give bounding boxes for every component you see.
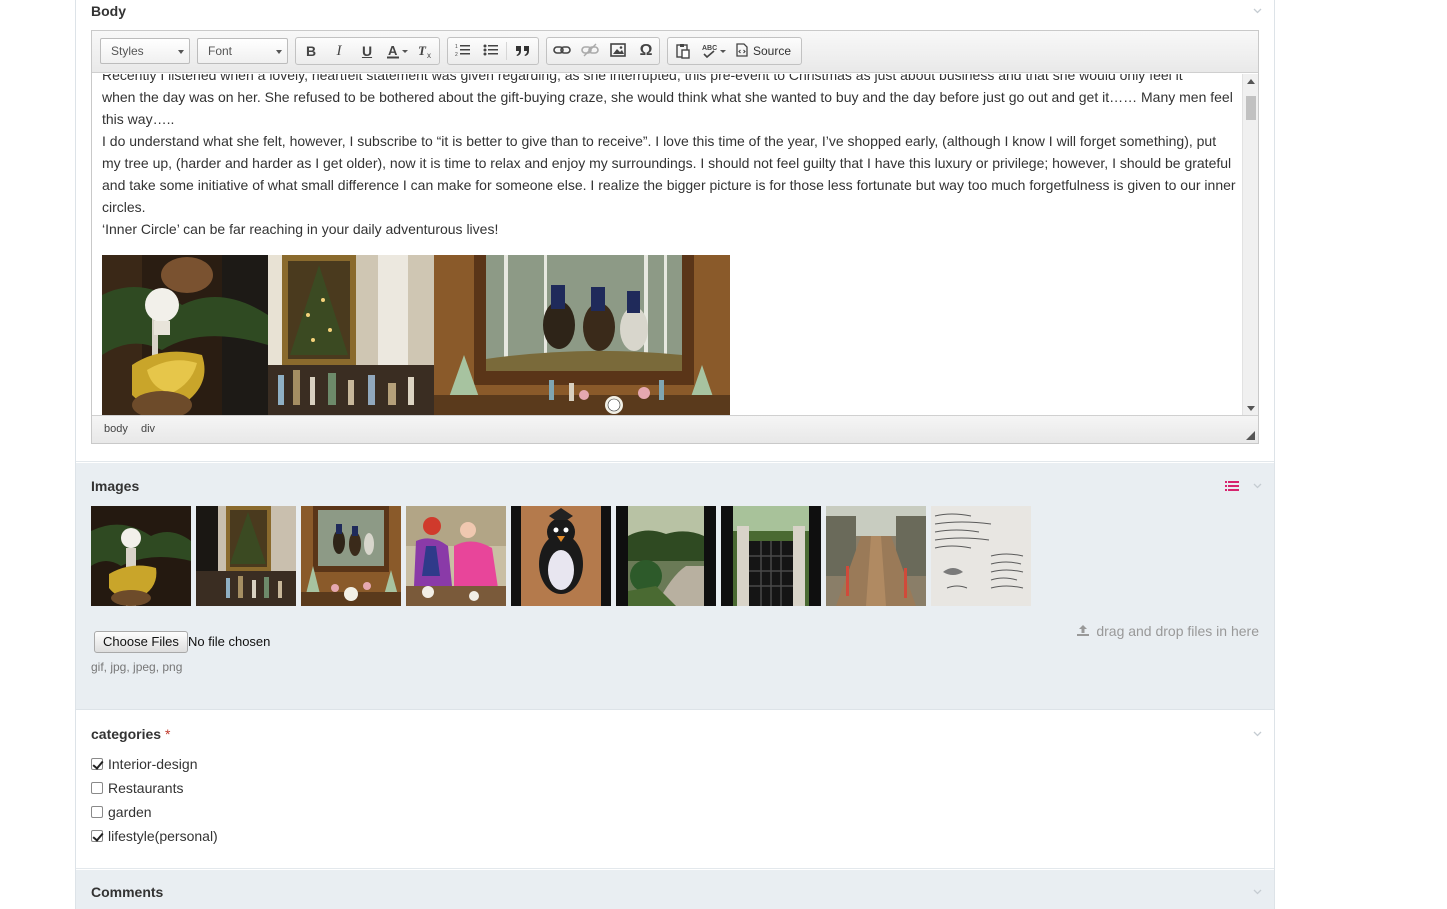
categories-section: categories * Interior-design Restaurants…	[76, 711, 1274, 869]
category-label: lifestyle(personal)	[108, 828, 218, 844]
paragraph: I do understand what she felt, however, …	[102, 133, 1236, 215]
editor-toolbar: Styles Font B I U A Tx 1 2 Ω ABC Source	[92, 31, 1258, 73]
image-thumbnail[interactable]	[91, 506, 191, 606]
caret-down-icon	[276, 50, 282, 54]
unlink-icon[interactable]	[579, 41, 601, 61]
editor-text[interactable]: Recently I listened when a lovely, heart…	[102, 74, 1237, 240]
inline-photo-strip[interactable]	[102, 255, 730, 416]
source-button-label[interactable]: Source	[753, 41, 791, 61]
chevron-down-icon[interactable]	[1253, 729, 1262, 738]
underline-icon[interactable]: U	[356, 41, 378, 61]
svg-text:T: T	[418, 43, 427, 58]
category-checkbox[interactable]	[91, 806, 103, 818]
bold-icon[interactable]: B	[300, 41, 322, 61]
link-icon[interactable]	[551, 41, 573, 61]
comments-section: Comments	[76, 870, 1274, 909]
svg-text:ABC: ABC	[702, 45, 717, 52]
paste-icon[interactable]	[672, 41, 694, 61]
drag-drop-zone[interactable]: drag and drop files in here	[1096, 623, 1259, 639]
path-body[interactable]: body	[104, 423, 128, 435]
comments-section-title: Comments	[91, 884, 164, 900]
scroll-up-icon[interactable]	[1247, 79, 1255, 84]
svg-text:x: x	[427, 51, 431, 59]
numbered-list-icon[interactable]: 12	[452, 41, 474, 61]
image-thumbnail[interactable]	[511, 506, 611, 606]
styles-dropdown[interactable]: Styles	[100, 38, 190, 64]
category-label: Restaurants	[108, 780, 184, 796]
category-checkbox[interactable]	[91, 782, 103, 794]
images-section-title: Images	[91, 478, 140, 494]
photo-fox-hunt-painting	[434, 255, 730, 416]
category-label: Interior-design	[108, 756, 198, 772]
image-icon[interactable]	[607, 41, 629, 61]
image-thumbnail[interactable]	[616, 506, 716, 606]
path-div[interactable]: div	[141, 423, 155, 435]
image-thumbnail[interactable]	[826, 506, 926, 606]
resize-grip-icon[interactable]	[1246, 431, 1255, 440]
category-checkbox[interactable]	[91, 758, 103, 770]
spellcheck-icon[interactable]: ABC	[700, 41, 728, 61]
categories-title-text: categories	[91, 726, 162, 742]
body-section-title: Body	[91, 3, 126, 19]
insert-group: Ω	[546, 37, 660, 65]
italic-icon[interactable]: I	[328, 41, 350, 61]
photo-pinecone-newel	[102, 255, 268, 416]
editor-content[interactable]: Recently I listened when a lovely, heart…	[92, 74, 1242, 416]
format-group: B I U A Tx	[295, 37, 440, 65]
caret-down-icon	[178, 50, 184, 54]
image-thumbnails	[91, 506, 1041, 606]
svg-text:1: 1	[455, 44, 458, 50]
chevron-down-icon[interactable]	[1253, 481, 1262, 490]
paragraph: Recently I listened when a lovely, heart…	[102, 74, 1183, 83]
font-dropdown[interactable]: Font	[197, 38, 288, 64]
element-path-bar: body div	[92, 415, 1258, 443]
photo-christmas-tree-bar	[268, 255, 434, 416]
paragraph: ‘Inner Circle’ can be far reaching in yo…	[102, 221, 499, 237]
image-thumbnail[interactable]	[931, 506, 1031, 606]
chevron-down-icon[interactable]	[1253, 887, 1262, 896]
allowed-file-types: gif, jpg, jpeg, png	[91, 660, 183, 674]
category-checkbox[interactable]	[91, 830, 103, 842]
font-dropdown-label: Font	[208, 44, 233, 58]
chevron-down-icon[interactable]	[1253, 6, 1262, 15]
image-thumbnail[interactable]	[721, 506, 821, 606]
svg-text:2: 2	[455, 52, 458, 57]
choose-files-button[interactable]: Choose Files	[94, 631, 188, 653]
images-section: Images Choose Files No file chosen gif, …	[76, 463, 1274, 710]
upload-icon	[1077, 624, 1089, 642]
bulleted-list-icon[interactable]	[480, 41, 502, 61]
remove-format-icon[interactable]: Tx	[415, 41, 437, 61]
file-status: No file chosen	[188, 634, 271, 649]
scroll-down-icon[interactable]	[1247, 406, 1255, 411]
required-marker: *	[164, 726, 171, 742]
node-edit-form: Body Styles Font B I U A T x 1 2 Ω ABC S…	[75, 0, 1275, 909]
list-view-icon[interactable]	[1225, 479, 1239, 497]
svg-text:A: A	[388, 43, 398, 58]
special-char-icon[interactable]: Ω	[635, 41, 657, 61]
image-thumbnail[interactable]	[196, 506, 296, 606]
blockquote-icon[interactable]	[512, 41, 534, 61]
categories-section-title: categories *	[91, 726, 170, 742]
body-section: Body Styles Font B I U A T x 1 2 Ω ABC S…	[76, 0, 1274, 462]
paragraph: when the day was on her. She refused to …	[102, 89, 1233, 127]
rich-text-editor: Styles Font B I U A Tx 1 2 Ω ABC Source …	[91, 30, 1259, 444]
image-thumbnail[interactable]	[301, 506, 401, 606]
toolbar-separator	[506, 42, 507, 60]
source-icon[interactable]	[734, 41, 750, 61]
styles-dropdown-label: Styles	[111, 44, 144, 58]
image-thumbnail[interactable]	[406, 506, 506, 606]
tools-group: ABC Source	[667, 37, 802, 65]
text-color-icon[interactable]: A	[384, 41, 412, 61]
editor-scrollbar[interactable]	[1242, 74, 1258, 416]
category-label: garden	[108, 804, 152, 820]
scroll-thumb[interactable]	[1246, 96, 1256, 120]
list-group: 12	[447, 37, 539, 65]
